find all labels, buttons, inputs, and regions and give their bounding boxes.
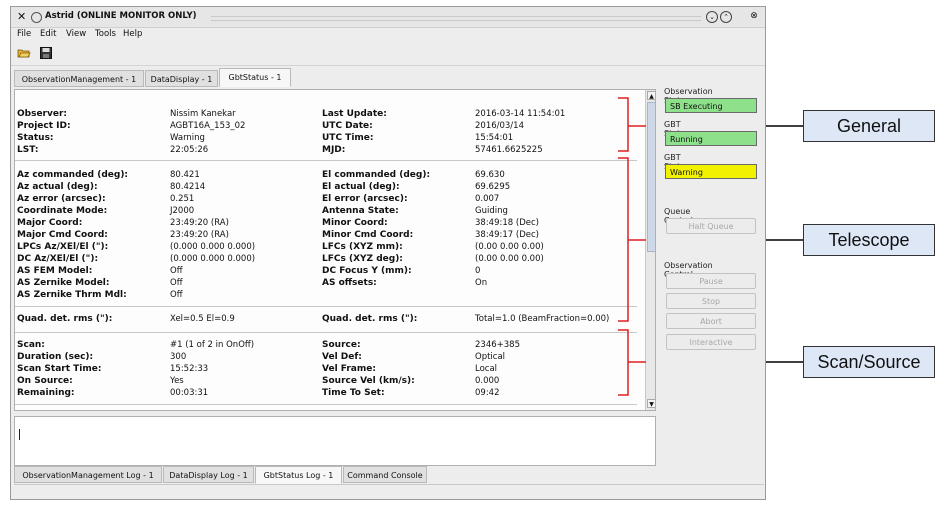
telescope-brace	[618, 157, 646, 322]
telescope-callout: Telescope	[803, 224, 935, 256]
general-brace	[618, 97, 646, 152]
general-callout: General	[803, 110, 935, 142]
scan-source-callout: Scan/Source	[803, 346, 935, 378]
scan-source-brace	[618, 329, 646, 396]
